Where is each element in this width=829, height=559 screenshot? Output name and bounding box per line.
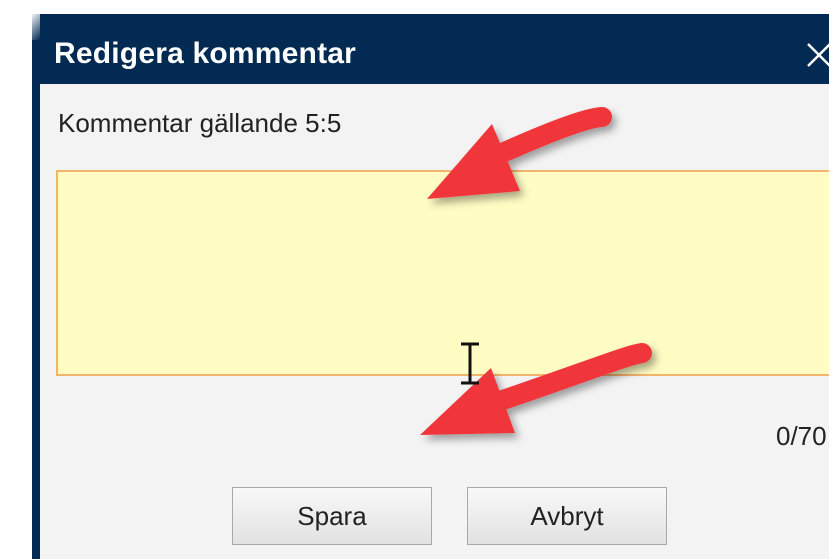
screenshot-stage: Redigera kommentar Kommentar gällande 5:… xyxy=(0,0,829,559)
screenshot-corner-fade xyxy=(0,0,40,40)
comment-label: Kommentar gällande 5:5 xyxy=(58,108,342,138)
character-counter: 0/70 xyxy=(776,421,827,451)
save-button[interactable]: Spara xyxy=(232,487,432,545)
dialog-titlebar: Redigera kommentar xyxy=(32,14,829,84)
comment-textarea[interactable] xyxy=(56,170,829,376)
cancel-button[interactable]: Avbryt xyxy=(467,487,667,545)
dialog-title: Redigera kommentar xyxy=(54,37,357,70)
edit-comment-dialog: Redigera kommentar Kommentar gällande 5:… xyxy=(32,14,829,559)
close-icon[interactable] xyxy=(802,38,829,70)
dialog-body: Kommentar gällande 5:5 0/70 Spara Avbryt xyxy=(40,84,829,559)
